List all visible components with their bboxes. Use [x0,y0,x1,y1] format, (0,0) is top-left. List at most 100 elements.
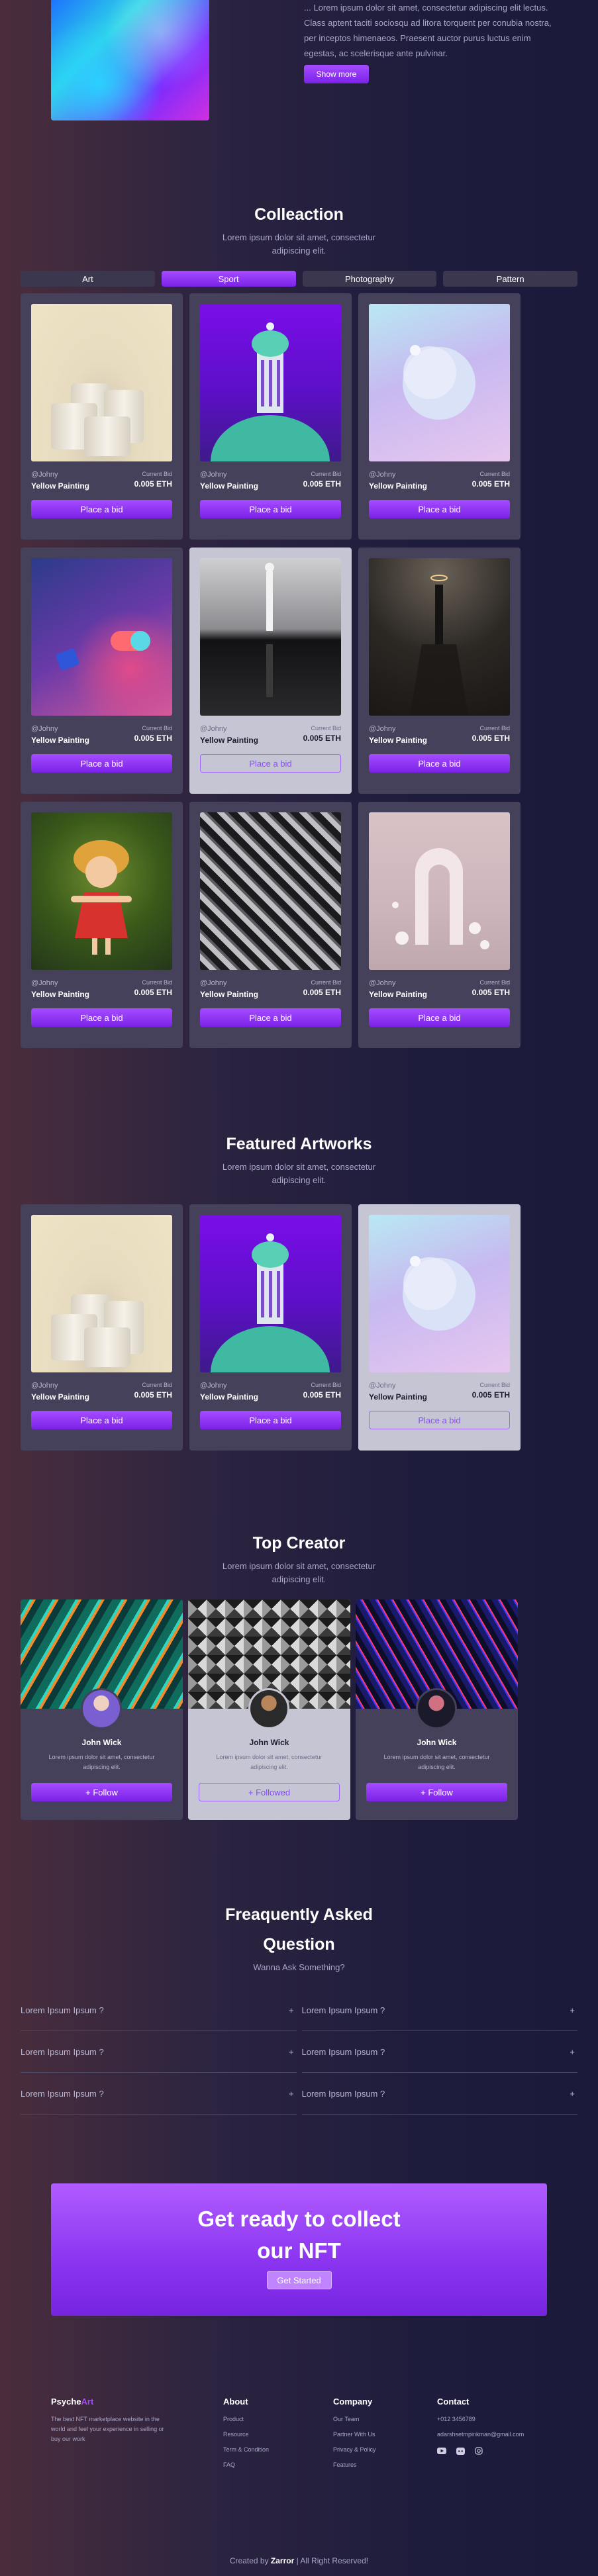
nft-meta-right: Current Bid 0.005 ETH [303,979,341,999]
faq-item[interactable]: Lorem Ipsum Ipsum ? + [301,2073,577,2115]
nft-image[interactable] [369,304,510,461]
nft-owner[interactable]: @Johny [31,979,89,987]
youtube-icon[interactable] [437,2446,446,2456]
footer-link-resource[interactable]: Resource [223,2431,333,2438]
nft-card[interactable]: @Johny Yellow Painting Current Bid 0.005 ET… [189,802,352,1048]
place-bid-button[interactable]: Place a bid [31,1008,172,1027]
nft-owner[interactable]: @Johny [369,725,427,733]
faq-item[interactable]: Lorem Ipsum Ipsum ? + [301,2031,577,2073]
avatar[interactable] [248,1688,289,1729]
plus-icon[interactable]: + [289,2005,294,2015]
nft-meta-right: Current Bid 0.005 ETH [472,979,510,999]
place-bid-button[interactable]: Place a bid [369,500,510,518]
footer-link-faq[interactable]: FAQ [223,2461,333,2468]
tab-photography[interactable]: Photography [302,271,437,287]
nft-image[interactable] [31,1215,172,1372]
footer-email[interactable]: adarshsetmpinkman@gmail.com [437,2431,524,2438]
nft-image[interactable] [31,812,172,970]
current-bid-label: Current Bid [142,979,172,986]
featured-subtitle: Lorem ipsum dolor sit amet, consectetur … [21,1161,577,1187]
tab-sport[interactable]: Sport [161,271,296,287]
place-bid-button[interactable]: Place a bid [369,1411,510,1429]
plus-icon[interactable]: + [289,2089,294,2099]
nft-card[interactable]: @Johny Yellow Painting Current Bid 0.005 ET… [358,548,521,794]
footer-link-partner[interactable]: Partner With Us [333,2431,437,2438]
tab-pattern[interactable]: Pattern [443,271,577,287]
place-bid-button[interactable]: Place a bid [200,1008,341,1027]
current-bid-label: Current Bid [311,979,341,986]
place-bid-button[interactable]: Place a bid [31,1411,172,1429]
place-bid-button[interactable]: Place a bid [31,500,172,518]
footer-link-product[interactable]: Product [223,2416,333,2422]
nft-card[interactable]: @Johny Yellow Painting Current Bid 0.005 ET… [21,548,183,794]
follow-button[interactable]: + Follow [31,1783,172,1801]
cta-banner: Get ready to collect our NFT Get Started [51,2183,547,2316]
faq-item[interactable]: Lorem Ipsum Ipsum ? + [301,1989,577,2031]
logo[interactable]: PsycheArt [51,2397,223,2407]
nft-title: Yellow Painting [31,481,90,491]
nft-title: Yellow Painting [369,481,428,491]
nft-owner[interactable]: @Johny [369,979,427,987]
nft-card[interactable]: @Johny Yellow Painting Current Bid 0.005 ET… [358,293,521,540]
nft-card[interactable]: @Johny Yellow Painting Current Bid 0.005 ET… [189,548,352,794]
footer-link-terms[interactable]: Term & Condition [223,2446,333,2453]
copyright-author[interactable]: Zarror [271,2556,294,2565]
nft-card[interactable]: @Johny Yellow Painting Current Bid 0.005 ET… [21,293,183,540]
nft-image[interactable] [31,304,172,461]
nft-card[interactable]: @Johny Yellow Painting Current Bid 0.005 ET… [21,802,183,1048]
follow-button[interactable]: + Follow [366,1783,507,1801]
discord-icon[interactable] [456,2446,465,2456]
plus-icon[interactable]: + [570,2005,575,2015]
nft-title: Yellow Painting [200,1392,259,1402]
nft-image[interactable] [200,812,341,970]
footer-link-privacy[interactable]: Privacy & Policy [333,2446,437,2453]
place-bid-button[interactable]: Place a bid [200,754,341,773]
place-bid-button[interactable]: Place a bid [369,754,510,773]
nft-card[interactable]: @Johny Yellow Painting Current Bid 0.005 ET… [189,293,352,540]
followed-button[interactable]: + Followed [199,1783,340,1801]
plus-icon[interactable]: + [289,2047,294,2057]
nft-owner[interactable]: @Johny [200,725,258,733]
nft-owner[interactable]: @Johny [31,1382,89,1390]
nft-card[interactable]: @Johny Yellow Painting Current Bid 0.005 ET… [358,802,521,1048]
nft-image[interactable] [200,558,341,716]
instagram-icon[interactable] [474,2446,483,2456]
plus-icon[interactable]: + [570,2089,575,2099]
get-started-button[interactable]: Get Started [266,2271,332,2289]
nft-owner[interactable]: @Johny [369,1382,427,1390]
place-bid-button[interactable]: Place a bid [31,754,172,773]
nft-image[interactable] [369,812,510,970]
footer-about: About Product Resource Term & Condition … [223,2397,333,2477]
nft-price: 0.005 ETH [303,1390,341,1400]
show-more-button[interactable]: Show more [304,65,369,83]
collection-subtitle-line2: adipiscing elit. [272,246,326,256]
nft-card[interactable]: @Johny Yellow Painting Current Bid 0.005 ET… [358,1204,521,1451]
faq-item[interactable]: Lorem Ipsum Ipsum ? + [21,2031,297,2073]
nft-image[interactable] [31,558,172,716]
nft-card[interactable]: @Johny Yellow Painting Current Bid 0.005 ET… [189,1204,352,1451]
nft-owner[interactable]: @Johny [31,725,89,733]
avatar[interactable] [416,1688,457,1729]
nft-image[interactable] [369,558,510,716]
place-bid-button[interactable]: Place a bid [200,1411,341,1429]
nft-image[interactable] [200,304,341,461]
footer-phone[interactable]: +012 3456789 [437,2416,524,2422]
plus-icon[interactable]: + [570,2047,575,2057]
faq-item[interactable]: Lorem Ipsum Ipsum ? + [21,2073,297,2115]
nft-owner[interactable]: @Johny [200,979,258,987]
nft-image[interactable] [369,1215,510,1372]
tab-art[interactable]: Art [21,271,155,287]
faq-item[interactable]: Lorem Ipsum Ipsum ? + [21,1989,297,2031]
nft-card[interactable]: @Johny Yellow Painting Current Bid 0.005 ET… [21,1204,183,1451]
nft-owner[interactable]: @Johny [369,471,427,479]
avatar[interactable] [81,1688,122,1729]
place-bid-button[interactable]: Place a bid [200,500,341,518]
place-bid-button[interactable]: Place a bid [369,1008,510,1027]
footer-link-features[interactable]: Features [333,2461,437,2468]
faq-question: Lorem Ipsum Ipsum ? [301,2046,385,2057]
footer-link-team[interactable]: Our Team [333,2416,437,2422]
nft-owner[interactable]: @Johny [200,471,258,479]
nft-owner[interactable]: @Johny [200,1382,258,1390]
nft-image[interactable] [200,1215,341,1372]
nft-owner[interactable]: @Johny [31,471,89,479]
